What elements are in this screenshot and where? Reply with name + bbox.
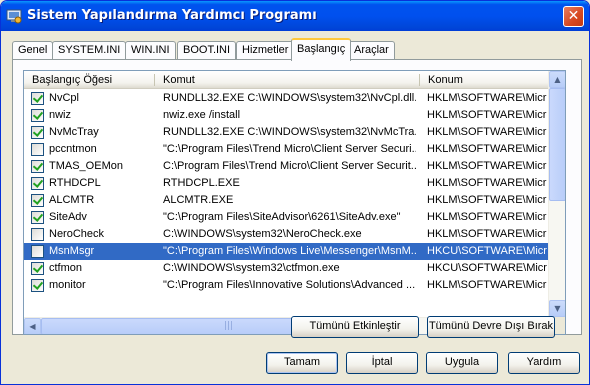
item-command: "C:\Program Files\Trend Micro\Client Ser… (163, 143, 416, 155)
startup-tab-panel: Başlangıç Öğesi Komut Konum NvCpl RUNDLL… (12, 59, 582, 335)
list-item[interactable]: pccntmon "C:\Program Files\Trend Micro\C… (24, 141, 549, 158)
item-checkbox[interactable] (31, 126, 44, 139)
title-bar[interactable]: Sistem Yapılandırma Yardımcı Programı ✕ (1, 1, 589, 31)
window-title: Sistem Yapılandırma Yardımcı Programı (27, 8, 317, 23)
item-name: monitor (49, 279, 86, 291)
item-name: SiteAdv (49, 211, 87, 223)
apply-button[interactable]: Uygula (426, 352, 498, 374)
list-item[interactable]: SiteAdv "C:\Program Files\SiteAdvisor\62… (24, 209, 549, 226)
item-name: RTHDCPL (49, 177, 101, 189)
column-header-startup-item[interactable]: Başlangıç Öğesi (24, 71, 112, 89)
system-config-window: Sistem Yapılandırma Yardımcı Programı ✕ … (0, 0, 590, 385)
list-item[interactable]: MsnMsgr "C:\Program Files\Windows Live\M… (24, 243, 549, 260)
item-command: "C:\Program Files\Windows Live\Messenger… (163, 245, 416, 257)
item-location: HKLM\SOFTWARE\Micr (427, 279, 547, 291)
item-checkbox[interactable] (31, 228, 44, 241)
list-item[interactable]: nwiz nwiz.exe /install HKLM\SOFTWARE\Mic… (24, 107, 549, 124)
ok-button[interactable]: Tamam (266, 352, 338, 374)
help-button[interactable]: Yardım (508, 352, 580, 374)
list-item[interactable]: NvCpl RUNDLL32.EXE C:\WINDOWS\system32\N… (24, 90, 549, 107)
item-location: HKLM\SOFTWARE\Micr (427, 177, 547, 189)
list-item[interactable]: RTHDCPL RTHDCPL.EXE HKLM\SOFTWARE\Micr (24, 175, 549, 192)
item-name: NvMcTray (49, 126, 99, 138)
item-location: HKLM\SOFTWARE\Micr (427, 92, 547, 104)
item-location: HKLM\SOFTWARE\Micr (427, 143, 547, 155)
item-command: ALCMTR.EXE (163, 194, 234, 206)
list-item[interactable]: ctfmon C:\WINDOWS\system32\ctfmon.exe HK… (24, 260, 549, 277)
vertical-scroll-thumb[interactable] (549, 88, 565, 201)
item-name: ctfmon (49, 262, 83, 274)
item-checkbox[interactable] (31, 245, 44, 258)
item-location: HKCU\SOFTWARE\Micr (427, 245, 547, 257)
close-button[interactable]: ✕ (563, 6, 584, 27)
item-location: HKCU\SOFTWARE\Micr (427, 262, 547, 274)
item-checkbox[interactable] (31, 92, 44, 105)
item-command: RUNDLL32.EXE C:\WINDOWS\system32\NvCpl.d… (163, 92, 416, 104)
item-name: pccntmon (49, 143, 97, 155)
item-name: nwiz (49, 109, 72, 121)
scroll-up-icon[interactable]: ▲ (549, 71, 565, 88)
column-header-command[interactable]: Komut (155, 71, 195, 89)
item-checkbox[interactable] (31, 279, 44, 292)
item-command: RUNDLL32.EXE C:\WINDOWS\system32\NvMcTra… (163, 126, 416, 138)
item-command: RTHDCPL.EXE (163, 177, 240, 189)
tab-boot-ini[interactable]: BOOT.INI (177, 41, 237, 60)
item-command: "C:\Program Files\Innovative Solutions\A… (163, 279, 416, 291)
tab-system-ini[interactable]: SYSTEM.INI (52, 41, 127, 60)
list-item[interactable]: NvMcTray RUNDLL32.EXE C:\WINDOWS\system3… (24, 124, 549, 141)
item-location: HKLM\SOFTWARE\Micr (427, 160, 547, 172)
column-header-location[interactable]: Konum (420, 71, 463, 89)
item-name: NeroCheck (49, 228, 105, 240)
item-command: "C:\Program Files\SiteAdvisor\6261\SiteA… (163, 211, 401, 223)
list-item[interactable]: TMAS_OEMon C:\Program Files\Trend Micro\… (24, 158, 549, 175)
item-location: HKLM\SOFTWARE\Micr (427, 126, 547, 138)
item-checkbox[interactable] (31, 143, 44, 156)
tab-win-ini[interactable]: WIN.INI (125, 41, 176, 60)
tab-baslangic[interactable]: Başlangıç (291, 38, 352, 61)
item-command: C:\Program Files\Trend Micro\Client Serv… (163, 160, 416, 172)
system-config-icon (6, 9, 22, 24)
list-header: Başlangıç Öğesi Komut Konum (24, 71, 549, 89)
item-checkbox[interactable] (31, 160, 44, 173)
item-command: C:\WINDOWS\system32\ctfmon.exe (163, 262, 340, 274)
item-checkbox[interactable] (31, 262, 44, 275)
startup-items-list[interactable]: Başlangıç Öğesi Komut Konum NvCpl RUNDLL… (23, 70, 566, 335)
list-rows: NvCpl RUNDLL32.EXE C:\WINDOWS\system32\N… (24, 90, 549, 294)
grip-icon: ||| (224, 321, 234, 331)
item-location: HKLM\SOFTWARE\Micr (427, 211, 547, 223)
tab-genel[interactable]: Genel (12, 41, 54, 60)
item-checkbox[interactable] (31, 177, 44, 190)
item-name: NvCpl (49, 92, 79, 104)
item-command: nwiz.exe /install (163, 109, 241, 121)
tab-hizmetler[interactable]: Hizmetler (236, 41, 295, 60)
vertical-scrollbar[interactable]: ▲ ▼ (548, 71, 565, 317)
item-location: HKLM\SOFTWARE\Micr (427, 228, 547, 240)
dialog-client-area: Genel SYSTEM.INI WIN.INI BOOT.INI Hizmet… (4, 31, 586, 383)
tab-araclar[interactable]: Araçlar (348, 41, 395, 60)
item-name: ALCMTR (49, 194, 95, 206)
list-item[interactable]: ALCMTR ALCMTR.EXE HKLM\SOFTWARE\Micr (24, 192, 549, 209)
enable-all-button[interactable]: Tümünü Etkinleştir (291, 316, 419, 338)
disable-all-button[interactable]: Tümünü Devre Dışı Bırak (427, 316, 555, 338)
item-name: MsnMsgr (49, 245, 95, 257)
item-name: TMAS_OEMon (49, 160, 123, 172)
item-location: HKLM\SOFTWARE\Micr (427, 109, 547, 121)
cancel-button[interactable]: İptal (346, 352, 418, 374)
item-checkbox[interactable] (31, 109, 44, 122)
item-checkbox[interactable] (31, 194, 44, 207)
list-item[interactable]: NeroCheck C:\WINDOWS\system32\NeroCheck.… (24, 226, 549, 243)
item-location: HKLM\SOFTWARE\Micr (427, 194, 547, 206)
item-checkbox[interactable] (31, 211, 44, 224)
item-command: C:\WINDOWS\system32\NeroCheck.exe (163, 228, 362, 240)
scroll-left-icon[interactable]: ◀ (24, 318, 41, 334)
scroll-down-icon[interactable]: ▼ (549, 300, 565, 317)
list-item[interactable]: monitor "C:\Program Files\Innovative Sol… (24, 277, 549, 294)
